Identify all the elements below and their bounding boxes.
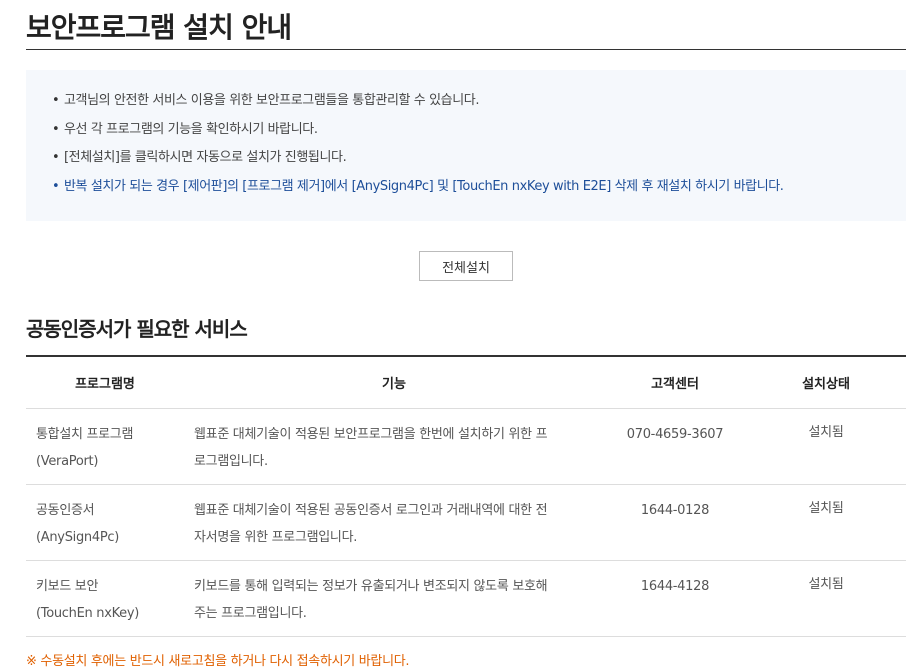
program-id: (AnySign4Pc) [36, 530, 119, 545]
notice-item: 고객님의 안전한 서비스 이용을 위한 보안프로그램들을 통합관리할 수 있습니… [52, 87, 906, 116]
table-row: 통합설치 프로그램 (VeraPort) 웹표준 대체기술이 적용된 보안프로그… [26, 408, 906, 485]
contact-cell: 1644-4128 [604, 560, 746, 637]
program-function-cell: 웹표준 대체기술이 적용된 보안프로그램을 한번에 설치하기 위한 프 로그램입… [184, 408, 604, 485]
title-divider [26, 49, 906, 50]
program-function-line: 자서명을 위한 프로그램입니다. [194, 530, 358, 545]
contact-cell: 1644-0128 [604, 484, 746, 561]
status-cell: 설치됨 [746, 560, 906, 637]
program-name-cell: 공동인증서 (AnySign4Pc) [26, 484, 184, 561]
status-cell: 설치됨 [746, 408, 906, 485]
program-table: 프로그램명 기능 고객센터 설치상태 통합설치 프로그램 (VeraPort) … [26, 355, 906, 637]
notice-item: [전체설치]를 클릭하시면 자동으로 설치가 진행됩니다. [52, 144, 906, 173]
security-install-page: 보안프로그램 설치 안내 고객님의 안전한 서비스 이용을 위한 보안프로그램들… [0, 0, 924, 669]
program-name: 통합설치 프로그램 [36, 427, 134, 442]
program-function-line: 주는 프로그램입니다. [194, 606, 307, 621]
header-function: 기능 [184, 356, 604, 409]
section-title: 공동인증서가 필요한 서비스 [26, 317, 248, 341]
notice-list: 고객님의 안전한 서비스 이용을 위한 보안프로그램들을 통합관리할 수 있습니… [52, 87, 906, 201]
notice-box: 고객님의 안전한 서비스 이용을 위한 보안프로그램들을 통합관리할 수 있습니… [26, 70, 906, 221]
program-function-line: 키보드를 통해 입력되는 정보가 유출되거나 변조되지 않도록 보호해 [194, 579, 548, 594]
program-id: (VeraPort) [36, 454, 99, 469]
program-name: 공동인증서 [36, 503, 95, 518]
table-row: 공동인증서 (AnySign4Pc) 웹표준 대체기술이 적용된 공동인증서 로… [26, 484, 906, 561]
program-function-line: 로그램입니다. [194, 454, 268, 469]
program-function-cell: 웹표준 대체기술이 적용된 공동인증서 로그인과 거래내역에 대한 전 자서명을… [184, 484, 604, 561]
program-function-line: 웹표준 대체기술이 적용된 보안프로그램을 한번에 설치하기 위한 프 [194, 427, 548, 442]
program-function-cell: 키보드를 통해 입력되는 정보가 유출되거나 변조되지 않도록 보호해 주는 프… [184, 560, 604, 637]
header-program-name: 프로그램명 [26, 356, 184, 409]
table-header-row: 프로그램명 기능 고객센터 설치상태 [26, 356, 906, 409]
table-row: 키보드 보안 (TouchEn nxKey) 키보드를 통해 입력되는 정보가 … [26, 560, 906, 637]
contact-cell: 070-4659-3607 [604, 408, 746, 485]
header-status: 설치상태 [746, 356, 906, 409]
program-name: 키보드 보안 [36, 579, 99, 594]
notice-item: 우선 각 프로그램의 기능을 확인하시기 바랍니다. [52, 116, 906, 145]
program-name-cell: 통합설치 프로그램 (VeraPort) [26, 408, 184, 485]
header-contact: 고객센터 [604, 356, 746, 409]
notice-item-highlight: 반복 설치가 되는 경우 [제어판]의 [프로그램 제거]에서 [AnySign… [52, 173, 906, 202]
program-function-line: 웹표준 대체기술이 적용된 공동인증서 로그인과 거래내역에 대한 전 [194, 503, 548, 518]
status-cell: 설치됨 [746, 484, 906, 561]
bottom-note: ※ 수동설치 후에는 반드시 새로고침을 하거나 다시 접속하시기 바랍니다. [26, 654, 410, 669]
page-title: 보안프로그램 설치 안내 [26, 11, 292, 44]
install-all-button[interactable]: 전체설치 [419, 251, 513, 281]
program-id: (TouchEn nxKey) [36, 606, 140, 621]
program-name-cell: 키보드 보안 (TouchEn nxKey) [26, 560, 184, 637]
